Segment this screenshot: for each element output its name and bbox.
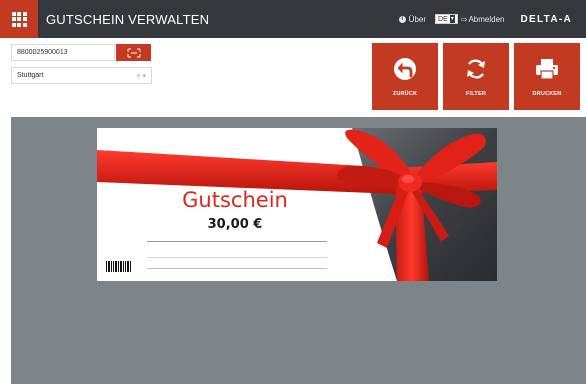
top-right-menu: i Über DE ▾ ⇨ Abmelden DELTA-A	[398, 0, 572, 38]
voucher-amount: 30,00 €	[207, 217, 263, 232]
voucher-line	[147, 268, 327, 269]
back-button-label: ZURÜCK	[392, 91, 418, 97]
about-link[interactable]: Über	[409, 15, 426, 24]
gift-ribbon-artwork	[97, 128, 497, 281]
voucher-line	[147, 257, 327, 258]
filter-button[interactable]: FILTER	[443, 43, 509, 110]
logout-label: Abmelden	[468, 14, 505, 24]
voucher-title: Gutschein	[182, 188, 288, 212]
voucher-line	[147, 241, 327, 242]
page-title: GUTSCHEIN VERWALTEN	[46, 11, 210, 27]
logout-icon: ⇨	[460, 14, 468, 24]
grid-menu-icon	[11, 11, 27, 27]
chevron-down-icon[interactable]: ▾	[142, 73, 146, 80]
location-value: Stuttgart	[17, 72, 44, 79]
controls-panel: 8800025900013 Stuttgart × ▾ ZURÜCK FILTE…	[0, 38, 586, 117]
top-bar: GUTSCHEIN VERWALTEN i Über DE ▾ ⇨ Abmeld…	[0, 0, 586, 38]
brand-logo: DELTA-A	[520, 13, 572, 25]
voucher-number-value: 8800025900013	[17, 49, 68, 56]
clear-and-dropdown: × ▾	[136, 72, 146, 80]
app-menu-button[interactable]	[0, 0, 38, 38]
location-select[interactable]: Stuttgart × ▾	[11, 67, 152, 84]
chevron-down-icon: ▾	[449, 15, 455, 23]
back-button[interactable]: ZURÜCK	[372, 43, 438, 110]
back-icon	[394, 58, 416, 80]
logout-link[interactable]: ⇨ Abmelden	[461, 15, 505, 24]
language-select[interactable]: DE ▾	[435, 14, 458, 24]
printer-icon	[536, 59, 558, 80]
refresh-icon	[467, 59, 485, 79]
language-value: DE	[438, 15, 448, 23]
info-icon[interactable]: i	[398, 15, 406, 23]
barcode-image	[106, 261, 131, 272]
scan-button[interactable]	[116, 44, 151, 61]
filter-button-label: FILTER	[465, 91, 487, 97]
print-button[interactable]: DRUCKEN	[514, 43, 580, 110]
voucher-preview: Gutschein 30,00 €	[97, 128, 497, 281]
voucher-number-input[interactable]: 8800025900013	[11, 44, 115, 61]
print-button-label: DRUCKEN	[532, 91, 562, 97]
clear-icon[interactable]: ×	[136, 73, 140, 80]
barcode-scan-icon	[126, 47, 141, 58]
